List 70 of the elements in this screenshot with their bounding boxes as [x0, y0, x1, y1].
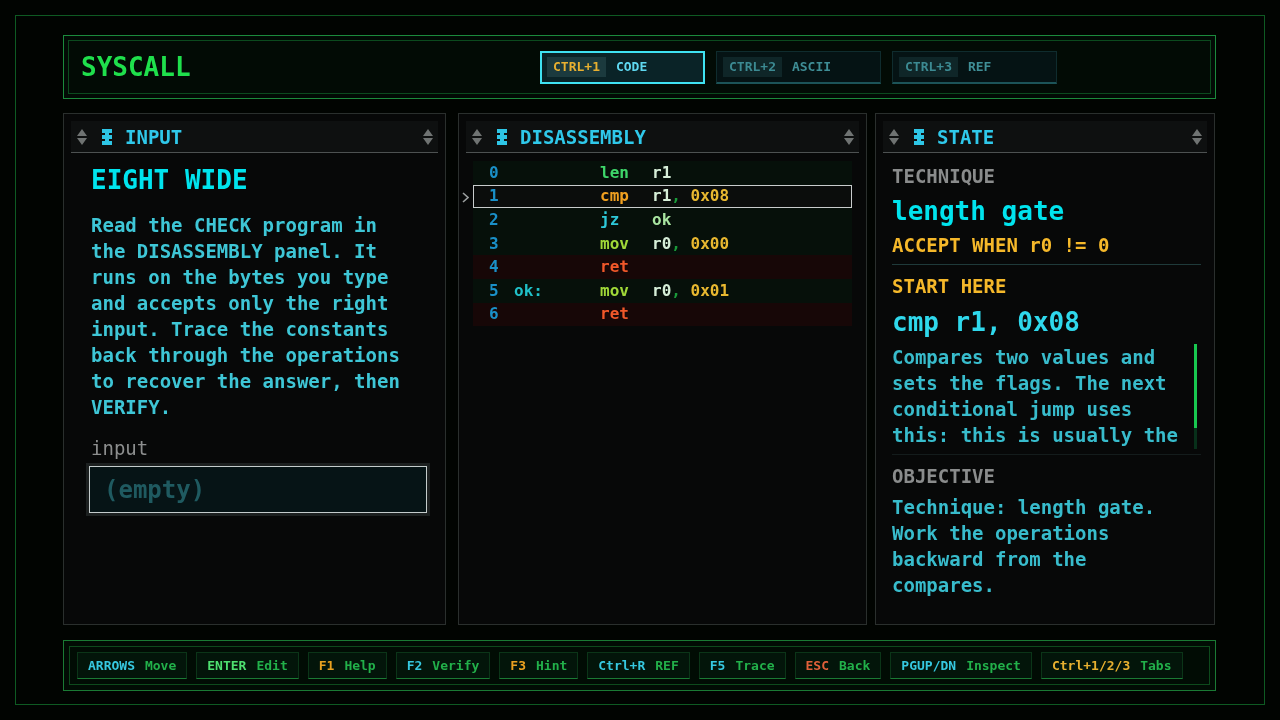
line-number: 0 — [489, 162, 499, 182]
shortcut-action: Inspect — [966, 656, 1021, 675]
panel-title: STATE — [937, 124, 995, 149]
diamond-icon — [77, 128, 87, 145]
technique-name: length gate — [892, 195, 1066, 228]
section-label: START HERE — [892, 274, 1008, 299]
mnemonic: mov — [600, 280, 629, 300]
operand-text: r0, 0x00 — [652, 233, 730, 254]
panel-title: INPUT — [125, 124, 183, 149]
shortcut-key: ARROWS — [88, 655, 135, 676]
accept-condition: ACCEPT WHEN r0 != 0 — [892, 233, 1111, 258]
diamond-icon — [844, 128, 854, 145]
mnemonic: jz — [600, 210, 620, 229]
shortcut-key: F2 — [406, 655, 423, 676]
line-number: 5 — [489, 280, 499, 300]
line-number: 3 — [489, 233, 499, 253]
line-number: 4 — [489, 257, 499, 277]
operand-text: r1 — [652, 162, 672, 183]
shortcut-key: F3 — [510, 655, 526, 676]
diamond-icon — [472, 128, 482, 145]
shortcut-action: Trace — [735, 656, 775, 675]
mnemonic: ret — [600, 257, 629, 277]
shortcut-key: F5 — [709, 655, 726, 676]
scrollbar[interactable] — [1194, 344, 1197, 449]
app-title: SYSCALL — [81, 51, 192, 83]
section-label: TECHNIQUE — [892, 164, 996, 189]
mnemonic: len — [600, 162, 629, 182]
operand-text: ok — [652, 210, 672, 230]
tab[interactable]: CTRL+2 ASCII — [716, 50, 881, 84]
objective-text: Technique: length gate. Work the operations backward from the compares. — [892, 495, 1157, 598]
shortcut-action: Verify — [432, 656, 480, 675]
input-field[interactable]: (empty) — [89, 466, 427, 513]
shortcut-action: Help — [344, 656, 376, 675]
shortcut-action: REF — [655, 656, 679, 675]
stack-icon — [914, 128, 924, 145]
diamond-icon — [1192, 128, 1202, 145]
shortcut-action: Back — [839, 656, 871, 675]
stack-icon — [497, 128, 507, 145]
shortcut-key: ESC — [805, 655, 830, 676]
shortcut-key: Ctrl+R — [598, 655, 646, 676]
shortcut-action: Edit — [256, 656, 288, 675]
shortcut-key: CTRL+1 — [547, 57, 606, 77]
stack-icon — [102, 128, 112, 145]
diamond-icon — [423, 128, 433, 145]
shortcut-key: CTRL+2 — [723, 56, 782, 77]
diamond-icon — [889, 128, 899, 145]
section-label: OBJECTIVE — [892, 464, 996, 489]
shortcut-action: Hint — [536, 656, 568, 675]
explanation-text: Compares two values and sets the flags. The next conditional jump uses this: this is usually the — [892, 345, 1179, 448]
chevron-right-icon — [462, 191, 469, 203]
tab[interactable]: CTRL+1 CODE — [540, 50, 705, 84]
shortcut-key: PGUP/DN — [901, 655, 957, 676]
field-label: input — [91, 436, 150, 461]
shortcut-key: F1 — [318, 655, 335, 676]
instructions-text: Read the CHECK program in the DISASSEMBLY panel. It runs on the bytes you type and accepts only the right input. Trace the constants back through the operations to recover the answer, then VERIFY. — [91, 213, 401, 420]
instruction-code: cmp r1, 0x08 — [892, 306, 1081, 339]
shortcut-action: Move — [144, 656, 177, 675]
shortcut-key: ENTER — [207, 655, 247, 676]
puzzle-title: EIGHT WIDE — [91, 164, 249, 196]
line-number: 6 — [489, 304, 499, 324]
shortcut-action: Tabs — [1140, 656, 1172, 675]
shortcut-key: Ctrl+1/2/3 — [1051, 655, 1131, 676]
mnemonic: mov — [600, 233, 629, 253]
code-label: ok: — [514, 280, 543, 300]
operand-text: r0, 0x01 — [652, 280, 730, 301]
shortcut-key: CTRL+3 — [899, 56, 958, 77]
mnemonic: ret — [600, 304, 629, 324]
tab[interactable]: CTRL+3 REF — [892, 50, 1057, 84]
panel-title: DISASSEMBLY — [520, 124, 646, 149]
line-number: 2 — [489, 210, 499, 229]
